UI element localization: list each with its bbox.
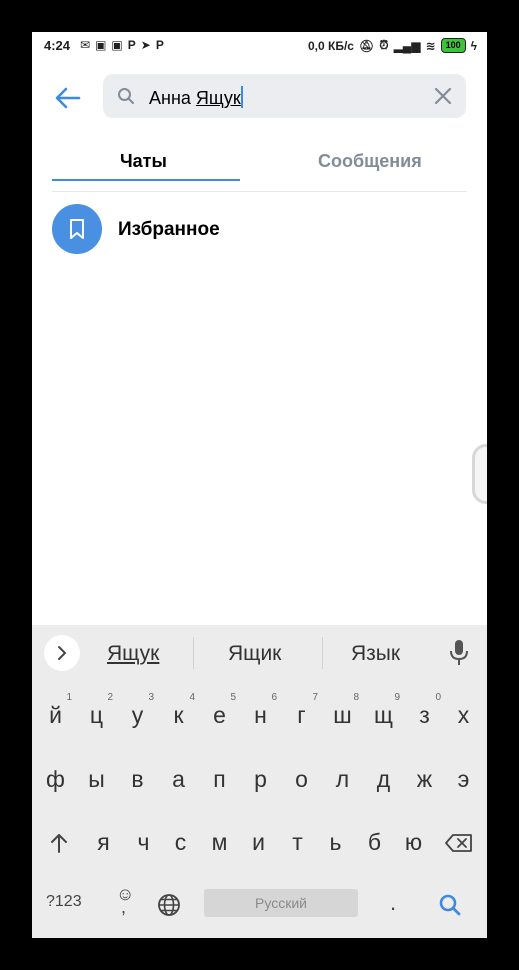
key[interactable]: т [277,814,318,870]
active-tab-indicator [52,179,240,181]
key[interactable]: ь [315,814,356,870]
charging-icon: ϟ [470,38,477,53]
back-button[interactable] [52,82,84,114]
alarm-icon: ⏰︎ [379,38,389,52]
key[interactable]: э [443,751,484,807]
arrow-left-icon [55,87,81,109]
globe-icon[interactable] [157,893,181,917]
key[interactable]: и [238,814,279,870]
key[interactable]: я [83,814,124,870]
chevron-right-icon [58,646,67,660]
tab-divider [52,191,467,192]
signal-icon: ▂▄▆ [393,38,421,53]
space-key[interactable]: Русский [204,889,358,917]
battery-icon: 100 [440,38,466,53]
key[interactable]: 4к [158,687,199,743]
tab-chats[interactable]: Чаты [120,151,167,172]
status-bar: 4:24 ✉ ▣ ▣ Р ➤ Р 0,0 КБ/с 🔕︎ ⏰︎ ▂▄▆ ≋ 10… [32,32,487,60]
text-cursor [240,86,243,108]
key[interactable]: х [443,687,484,743]
p-icon: Р [127,38,136,52]
wifi-icon: ≋ [425,38,436,53]
p-icon: Р [155,38,164,52]
key[interactable]: 0з [404,687,445,743]
key[interactable]: 6н [240,687,281,743]
key[interactable]: ч [123,814,164,870]
backspace-icon [444,834,472,852]
avatar [52,204,102,254]
symbols-key[interactable]: ?123 [46,893,82,911]
chat-list-item[interactable]: Избранное [52,204,467,256]
key[interactable]: ы [76,751,117,807]
shift-key[interactable] [38,814,79,870]
key[interactable]: 7г [281,687,322,743]
key[interactable]: ю [393,814,434,870]
app-icon: ▣ [111,38,123,52]
edge-swipe-handle[interactable] [472,444,487,504]
suggestion-divider [193,637,194,669]
tab-messages[interactable]: Сообщения [318,151,422,172]
key[interactable]: с [160,814,201,870]
search-icon [118,88,134,104]
key[interactable]: 9щ [363,687,404,743]
key[interactable]: в [117,751,158,807]
key[interactable]: 1й [35,687,76,743]
status-time: 4:24 [44,38,71,53]
key[interactable]: 8ш [322,687,363,743]
suggestion-3[interactable]: Язык [351,642,400,666]
key[interactable]: п [199,751,240,807]
shift-arrow-icon [50,834,67,853]
phone-screen: 4:24 ✉ ▣ ▣ Р ➤ Р 0,0 КБ/с 🔕︎ ⏰︎ ▂▄▆ ≋ 10… [32,32,487,938]
backspace-key[interactable] [438,814,479,870]
clear-icon[interactable] [432,85,454,107]
message-notification-icon: ✉ [80,38,91,52]
suggestion-divider [322,637,323,669]
period-key[interactable]: . [390,890,396,916]
network-speed: 0,0 КБ/с [307,38,354,53]
app-icon: ▣ [95,38,107,52]
key[interactable]: 5е [199,687,240,743]
bookmark-icon [70,219,84,239]
suggestion-bar: Ящук Ящик Язык [32,625,487,681]
mute-icon: 🔕︎ [358,38,375,53]
status-notification-icons: ✉ ▣ ▣ Р ➤ Р [80,38,164,52]
search-action-icon[interactable] [438,893,462,917]
microphone-icon[interactable] [449,639,469,667]
search-query-text: Анна [149,88,196,108]
expand-suggestions-button[interactable] [44,635,80,671]
key[interactable]: ф [35,751,76,807]
key[interactable]: о [281,751,322,807]
search-input[interactable]: Анна Ящук [149,86,243,109]
suggestion-2[interactable]: Ящик [228,642,281,666]
chat-title: Избранное [118,219,220,240]
key[interactable]: 3у [117,687,158,743]
keyboard: Ящук Ящик Язык 1й 2ц 3у 4к 5е 6н 7г 8ш 9… [32,625,487,938]
key[interactable]: б [354,814,395,870]
key[interactable]: л [322,751,363,807]
search-field[interactable]: Анна Ящук [103,74,466,118]
telegram-icon: ➤ [140,38,151,52]
key[interactable]: м [199,814,240,870]
key[interactable]: а [158,751,199,807]
search-query-composing: Ящук [195,88,241,108]
key[interactable]: ж [404,751,445,807]
emoji-key[interactable]: ☺︎, [116,884,134,926]
key[interactable]: д [363,751,404,807]
key[interactable]: 2ц [76,687,117,743]
suggestion-1[interactable]: Ящук [107,642,159,666]
key[interactable]: р [240,751,281,807]
